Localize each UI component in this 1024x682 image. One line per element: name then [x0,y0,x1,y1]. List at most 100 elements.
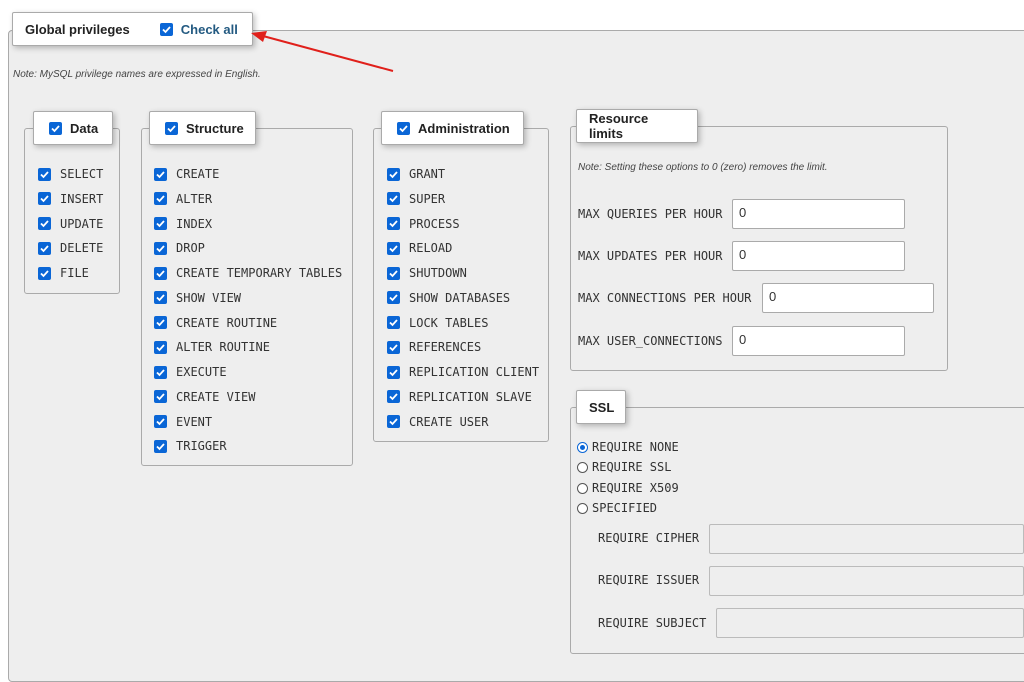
structure-privilege-item[interactable]: CREATE VIEW [154,390,255,404]
privilege-checkbox[interactable] [38,192,51,206]
privilege-label[interactable]: UPDATE [60,217,103,231]
privilege-checkbox[interactable] [387,241,400,255]
privilege-label[interactable]: ALTER [176,192,212,206]
privilege-checkbox[interactable] [38,217,51,230]
privilege-checkbox[interactable] [387,365,400,379]
privilege-label[interactable]: RELOAD [409,241,452,255]
privilege-checkbox[interactable] [154,167,167,181]
structure-privilege-item[interactable]: TRIGGER [154,439,227,453]
structure-privilege-item[interactable]: CREATE ROUTINE [154,316,277,330]
specified-label[interactable]: SPECIFIED [592,501,657,515]
privilege-label[interactable]: REPLICATION SLAVE [409,390,532,404]
privilege-label[interactable]: SUPER [409,192,445,206]
privilege-checkbox[interactable] [154,266,167,280]
administration-privilege-item[interactable]: SHOW DATABASES [387,291,510,305]
privilege-label[interactable]: PROCESS [409,217,460,231]
privilege-checkbox[interactable] [154,365,167,379]
privilege-label[interactable]: CREATE ROUTINE [176,316,277,330]
structure-privilege-item[interactable]: CREATE TEMPORARY TABLES [154,266,342,280]
administration-privilege-item[interactable]: REPLICATION SLAVE [387,390,532,404]
ssl-option-require-ssl[interactable]: REQUIRE SSL [577,460,671,474]
administration-privilege-item[interactable]: REPLICATION CLIENT [387,365,539,379]
require-none-label[interactable]: REQUIRE NONE [592,440,679,454]
ssl-option-specified[interactable]: SPECIFIED [577,501,657,515]
privilege-label[interactable]: REFERENCES [409,340,481,354]
administration-privilege-item[interactable]: CREATE USER [387,415,488,429]
structure-group-checkbox[interactable] [165,121,178,135]
privilege-label[interactable]: EXECUTE [176,365,227,379]
privilege-checkbox[interactable] [154,415,167,428]
data-privilege-item[interactable]: FILE [38,266,89,280]
check-all-toggle[interactable]: Check all [159,22,238,37]
data-group-checkbox[interactable] [49,121,62,135]
privilege-checkbox[interactable] [387,415,400,428]
privilege-checkbox[interactable] [387,390,400,404]
privilege-checkbox[interactable] [38,167,51,181]
data-legend[interactable]: Data [33,111,113,145]
privilege-checkbox[interactable] [387,291,400,305]
privilege-checkbox[interactable] [387,192,400,206]
require-x509-radio[interactable] [577,482,588,494]
privilege-checkbox[interactable] [154,340,167,354]
data-privilege-item[interactable]: INSERT [38,192,103,206]
administration-privilege-item[interactable]: REFERENCES [387,340,481,354]
structure-privilege-item[interactable]: ALTER [154,192,212,206]
privilege-checkbox[interactable] [154,316,167,329]
administration-legend[interactable]: Administration [381,111,524,145]
structure-privilege-item[interactable]: INDEX [154,217,212,231]
privilege-checkbox[interactable] [38,241,51,255]
privilege-label[interactable]: DELETE [60,241,103,255]
privilege-label[interactable]: INSERT [60,192,103,206]
privilege-label[interactable]: TRIGGER [176,439,227,453]
privilege-checkbox[interactable] [387,167,400,181]
privilege-label[interactable]: EVENT [176,415,212,429]
administration-privilege-item[interactable]: SUPER [387,192,445,206]
privilege-label[interactable]: ALTER ROUTINE [176,340,270,354]
require-issuer-input[interactable] [709,566,1024,596]
privilege-label[interactable]: SHOW DATABASES [409,291,510,305]
privilege-checkbox[interactable] [38,266,51,280]
max-connections-input[interactable]: 0 [762,283,934,313]
privilege-label[interactable]: INDEX [176,217,212,231]
privilege-checkbox[interactable] [154,192,167,206]
structure-privilege-item[interactable]: CREATE [154,167,219,181]
structure-privilege-item[interactable]: ALTER ROUTINE [154,340,270,354]
require-ssl-radio[interactable] [577,461,588,473]
require-ssl-label[interactable]: REQUIRE SSL [592,460,671,474]
privilege-label[interactable]: GRANT [409,167,445,181]
require-x509-label[interactable]: REQUIRE X509 [592,481,679,495]
administration-privilege-item[interactable]: LOCK TABLES [387,316,488,330]
privilege-checkbox[interactable] [387,340,400,354]
privilege-label[interactable]: LOCK TABLES [409,316,488,330]
privilege-label[interactable]: CREATE VIEW [176,390,255,404]
structure-legend[interactable]: Structure [149,111,256,145]
privilege-checkbox[interactable] [154,390,167,404]
privilege-checkbox[interactable] [154,291,167,305]
structure-privilege-item[interactable]: EXECUTE [154,365,227,379]
structure-privilege-item[interactable]: DROP [154,241,205,255]
privilege-label[interactable]: CREATE USER [409,415,488,429]
administration-group-checkbox[interactable] [397,121,410,135]
require-none-radio[interactable] [577,441,588,453]
max-updates-input[interactable]: 0 [732,241,905,271]
administration-privilege-item[interactable]: PROCESS [387,217,460,231]
privilege-label[interactable]: SHUTDOWN [409,266,467,280]
data-privilege-item[interactable]: UPDATE [38,217,103,231]
check-all-label[interactable]: Check all [181,22,238,37]
max-queries-input[interactable]: 0 [732,199,905,229]
privilege-label[interactable]: SELECT [60,167,103,181]
administration-privilege-item[interactable]: SHUTDOWN [387,266,467,280]
privilege-label[interactable]: CREATE TEMPORARY TABLES [176,266,342,280]
require-subject-input[interactable] [716,608,1024,638]
structure-privilege-item[interactable]: SHOW VIEW [154,291,241,305]
privilege-label[interactable]: DROP [176,241,205,255]
privilege-checkbox[interactable] [387,266,400,280]
privilege-checkbox[interactable] [154,241,167,255]
privilege-checkbox[interactable] [387,217,400,230]
ssl-option-require-none[interactable]: REQUIRE NONE [577,440,679,454]
check-all-checkbox[interactable] [159,22,173,36]
privilege-label[interactable]: SHOW VIEW [176,291,241,305]
privilege-label[interactable]: CREATE [176,167,219,181]
administration-privilege-item[interactable]: GRANT [387,167,445,181]
privilege-checkbox[interactable] [387,316,400,329]
